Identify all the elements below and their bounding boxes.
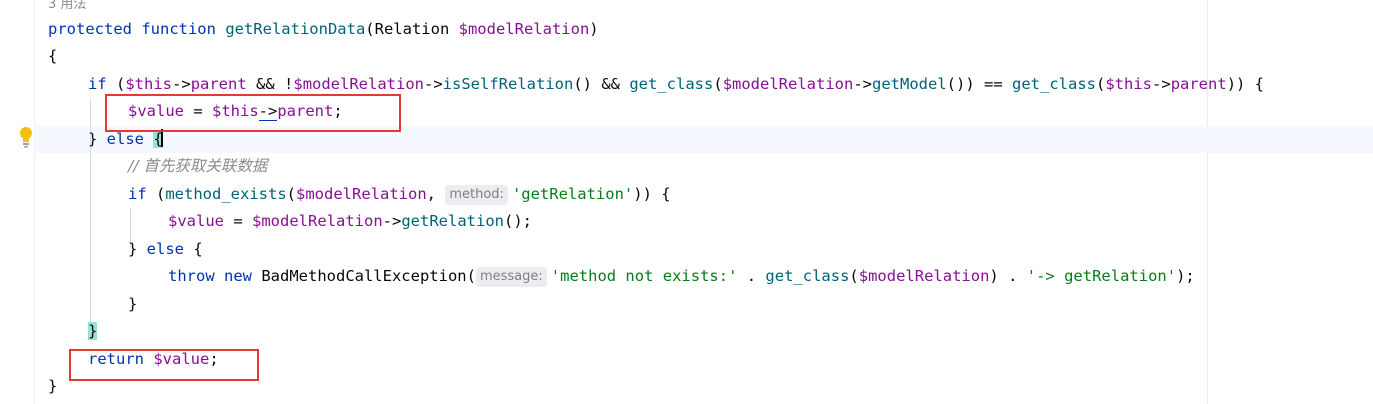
highlight-box-return [69, 349, 259, 381]
usages-hint[interactable]: 3 用法 [48, 0, 86, 12]
code-line-11[interactable]: } [128, 291, 137, 318]
matched-brace: } [88, 322, 98, 340]
code-line-10[interactable]: throw new BadMethodCallException(message… [168, 263, 1195, 290]
code-line-9[interactable]: } else { [128, 236, 203, 263]
lightbulb-icon[interactable] [18, 126, 34, 148]
code-line-6[interactable]: // 首先获取关联数据 [128, 153, 267, 180]
code-line-7[interactable]: if (method_exists($modelRelation, method… [128, 181, 671, 208]
highlight-box-parent-assignment [105, 94, 401, 132]
code-line-14[interactable]: } [48, 373, 57, 400]
parameter-hint: message: [475, 267, 547, 287]
gutter-divider [34, 0, 35, 404]
code-line-12[interactable]: } [88, 318, 98, 345]
right-margin-guide [1207, 0, 1208, 404]
code-line-8[interactable]: $value = $modelRelation->getRelation(); [168, 208, 532, 235]
parameter-hint: method: [445, 185, 508, 205]
code-line-2[interactable]: { [48, 43, 57, 70]
code-line-1[interactable]: protected function getRelationData(Relat… [48, 16, 599, 43]
editor-gutter [0, 0, 34, 404]
